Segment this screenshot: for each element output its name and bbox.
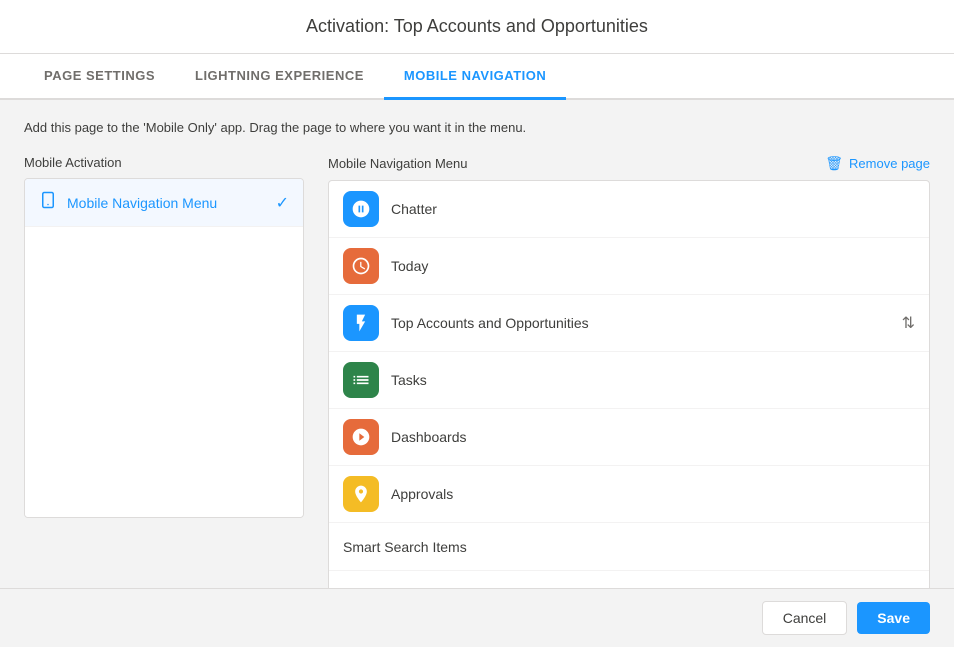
bolt-icon xyxy=(343,305,379,341)
footer: Cancel Save xyxy=(0,588,954,647)
top-accounts-label: Top Accounts and Opportunities xyxy=(391,315,890,331)
left-panel-label: Mobile Activation xyxy=(24,155,304,170)
checkmark-icon: ✓ xyxy=(276,193,289,213)
cancel-button[interactable]: Cancel xyxy=(762,601,848,635)
mobile-nav-menu-label: Mobile Navigation Menu xyxy=(67,195,266,211)
description-text: Add this page to the 'Mobile Only' app. … xyxy=(24,120,930,135)
remove-page-label: Remove page xyxy=(849,156,930,171)
save-button[interactable]: Save xyxy=(857,602,930,634)
menu-row-tasks: Tasks xyxy=(329,352,929,409)
tabs-bar: PAGE SETTINGS LIGHTNING EXPERIENCE MOBIL… xyxy=(0,54,954,100)
left-panel: Mobile Activation Mobile Navigation Menu… xyxy=(24,155,304,588)
empty-divider-row xyxy=(329,571,929,588)
tasks-icon xyxy=(343,362,379,398)
menu-row-today: Today xyxy=(329,238,929,295)
approvals-icon xyxy=(343,476,379,512)
menu-row-top-accounts: Top Accounts and Opportunities ⇅ xyxy=(329,295,929,352)
tab-page-settings[interactable]: PAGE SETTINGS xyxy=(24,54,175,100)
dashboards-label: Dashboards xyxy=(391,429,915,445)
panels: Mobile Activation Mobile Navigation Menu… xyxy=(24,155,930,588)
tab-lightning-experience[interactable]: LIGHTNING EXPERIENCE xyxy=(175,54,384,100)
page-header: Activation: Top Accounts and Opportuniti… xyxy=(0,0,954,54)
phone-icon xyxy=(39,191,57,214)
remove-page-button[interactable]: 🗑 Remove page xyxy=(825,155,930,172)
chatter-label: Chatter xyxy=(391,201,915,217)
tasks-label: Tasks xyxy=(391,372,915,388)
right-panel-label: Mobile Navigation Menu xyxy=(328,156,467,171)
left-panel-empty-area xyxy=(25,227,303,517)
dashboards-icon xyxy=(343,419,379,455)
menu-row-dashboards: Dashboards xyxy=(329,409,929,466)
right-panel-header: Mobile Navigation Menu 🗑 Remove page xyxy=(328,155,930,172)
trash-icon: 🗑 xyxy=(825,155,843,172)
smart-search-label: Smart Search Items xyxy=(343,539,915,555)
mobile-nav-menu-item[interactable]: Mobile Navigation Menu ✓ xyxy=(25,179,303,227)
today-label: Today xyxy=(391,258,915,274)
page-title: Activation: Top Accounts and Opportuniti… xyxy=(306,16,648,36)
menu-row-smart-search: Smart Search Items xyxy=(329,523,929,571)
menu-list: Chatter Today xyxy=(328,180,930,588)
menu-row-approvals: Approvals xyxy=(329,466,929,523)
approvals-label: Approvals xyxy=(391,486,915,502)
chatter-icon xyxy=(343,191,379,227)
today-icon xyxy=(343,248,379,284)
menu-row-chatter: Chatter xyxy=(329,181,929,238)
main-content: Add this page to the 'Mobile Only' app. … xyxy=(0,100,954,588)
sort-icon[interactable]: ⇅ xyxy=(902,313,915,333)
left-panel-box: Mobile Navigation Menu ✓ xyxy=(24,178,304,518)
sort-actions: ⇅ xyxy=(902,313,915,333)
right-panel: Mobile Navigation Menu 🗑 Remove page Cha… xyxy=(328,155,930,588)
tab-mobile-navigation[interactable]: MOBILE NAVIGATION xyxy=(384,54,566,100)
